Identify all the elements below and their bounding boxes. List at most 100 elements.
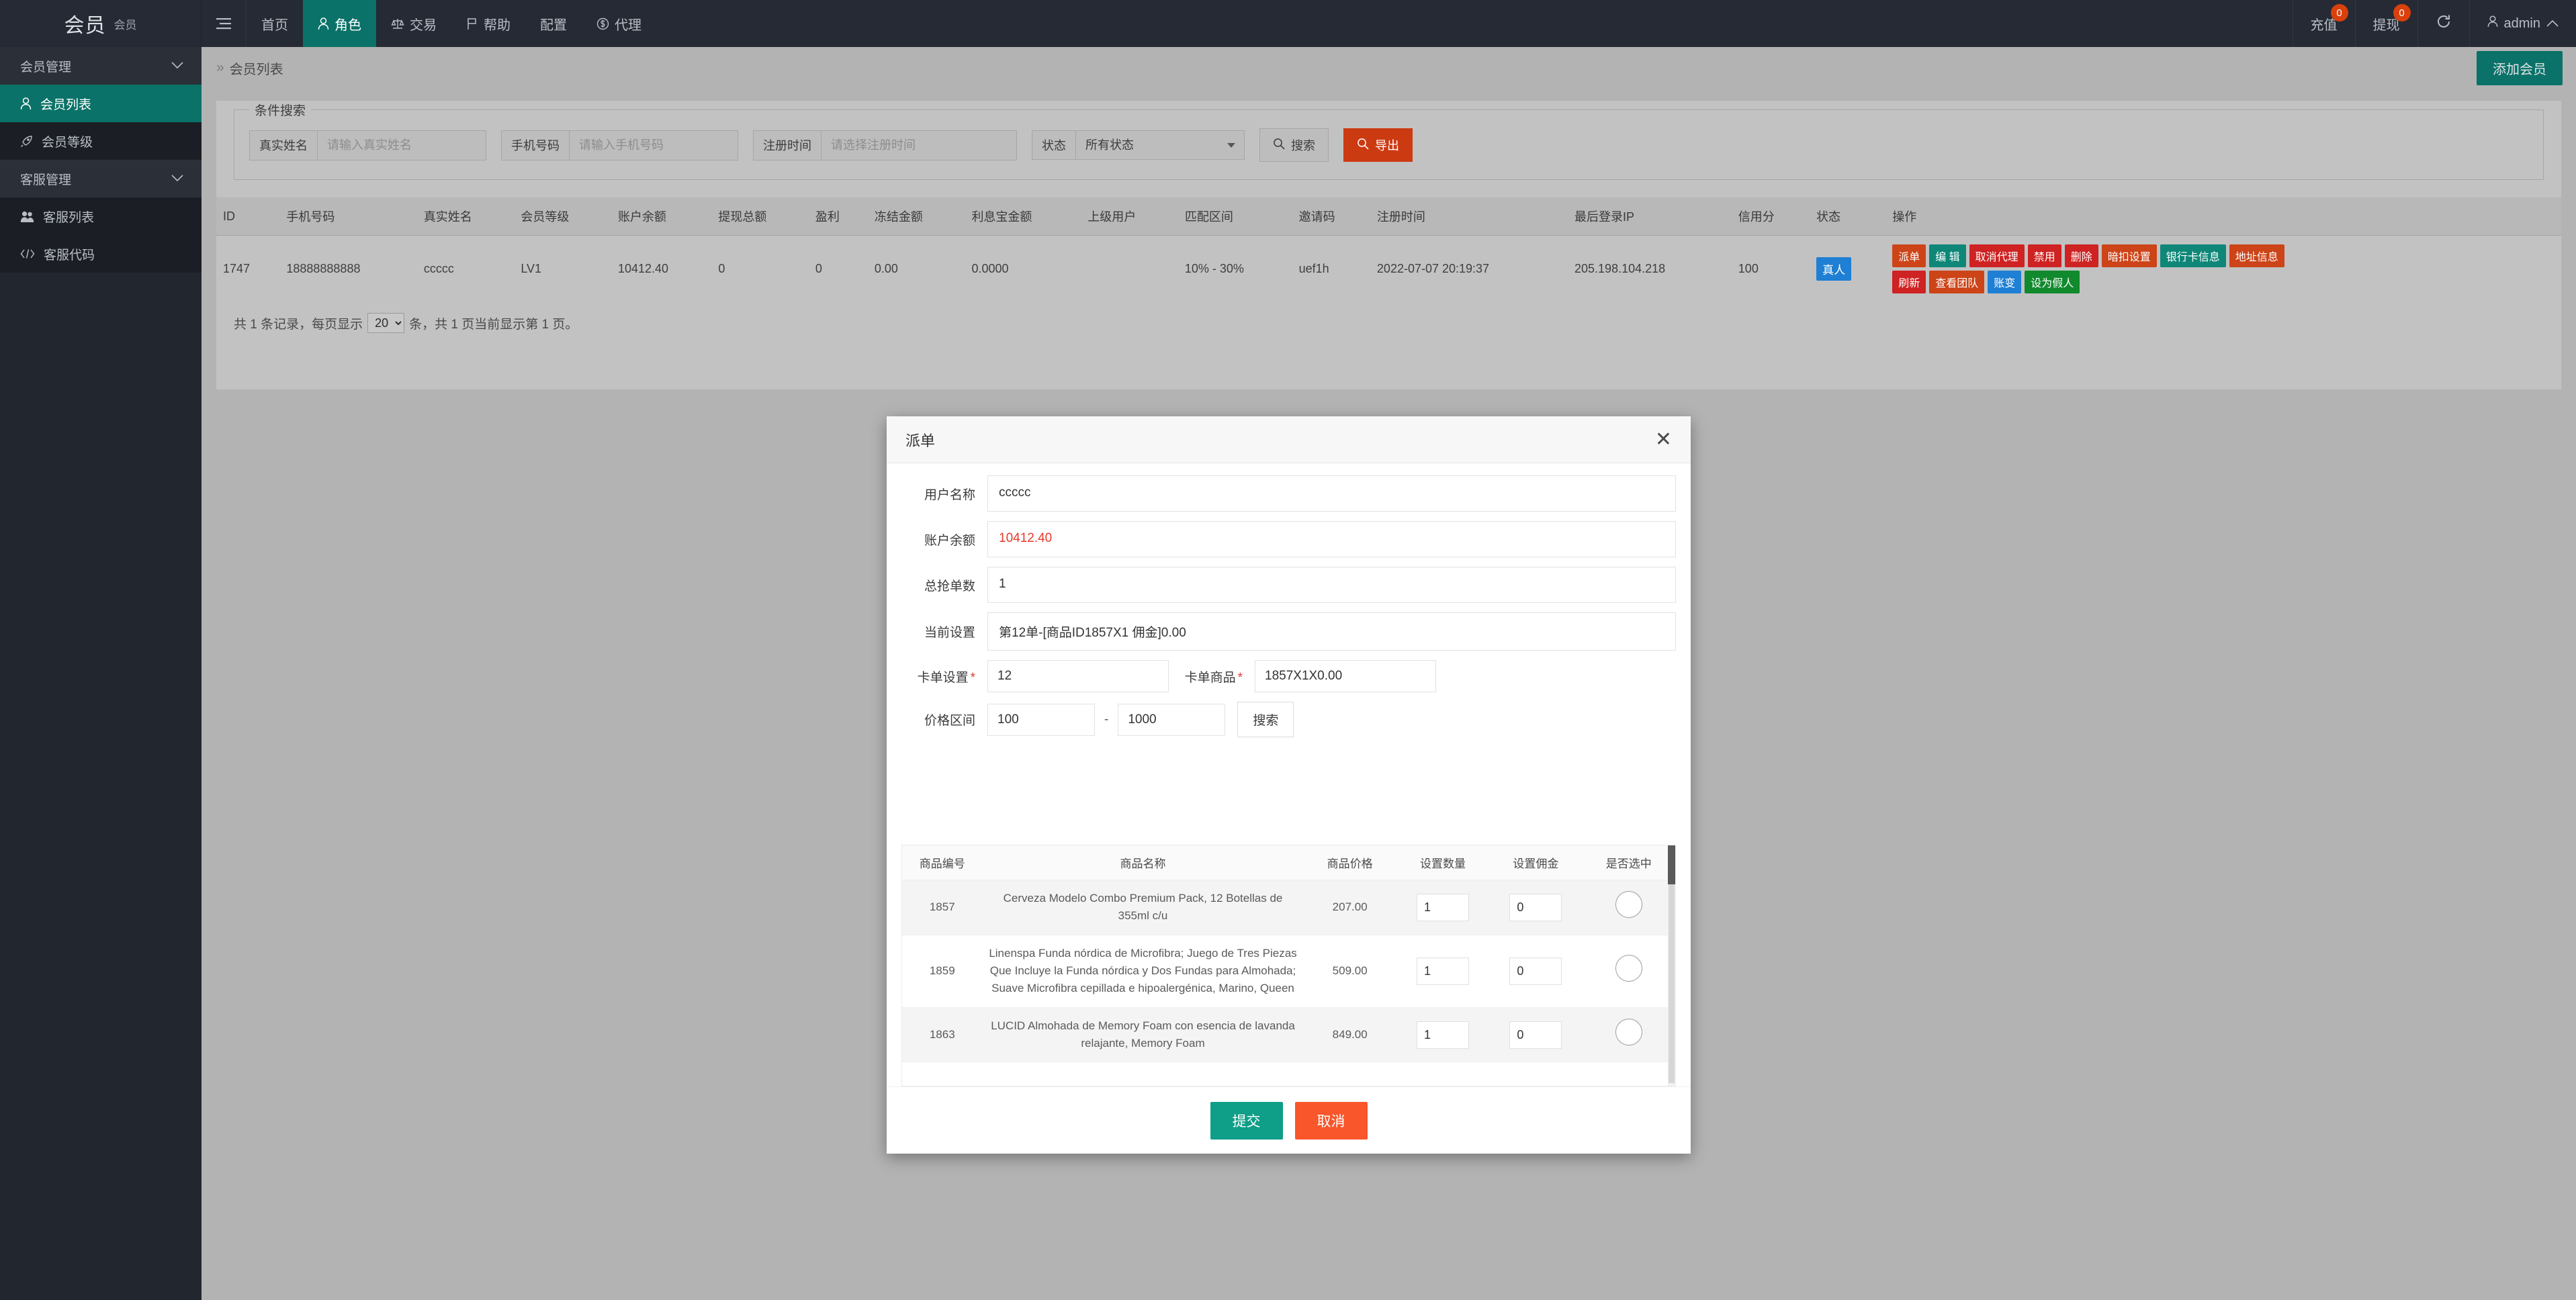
sidebar-group-support-management[interactable]: 客服管理 bbox=[0, 160, 202, 197]
status-select[interactable]: 所有状态 bbox=[1076, 131, 1244, 159]
product-qty-cell bbox=[1396, 935, 1489, 1007]
nav-item-trade[interactable]: 交易 bbox=[376, 0, 451, 47]
recharge-button[interactable]: 充值 0 bbox=[2293, 0, 2355, 47]
price-max-input[interactable] bbox=[1118, 704, 1225, 736]
withdraw-button[interactable]: 提现 0 bbox=[2355, 0, 2417, 47]
nav-item-config[interactable]: 配置 bbox=[525, 0, 582, 47]
product-scrollbar[interactable] bbox=[1668, 845, 1675, 1086]
sidebar-item-member-level[interactable]: 会员等级 bbox=[0, 122, 202, 160]
cell-credit: 100 bbox=[1732, 236, 1810, 303]
card-setting-input[interactable] bbox=[987, 660, 1169, 692]
nav-item-home[interactable]: 首页 bbox=[247, 0, 303, 47]
product-list-scroll[interactable]: 商品编号 商品名称 商品价格 设置数量 设置佣金 是否选中 1857Cervez… bbox=[902, 845, 1675, 1086]
row-action-button-8[interactable]: 刷新 bbox=[1892, 271, 1926, 293]
card-product-input[interactable] bbox=[1255, 660, 1436, 692]
username-label: 用户名称 bbox=[901, 485, 987, 503]
add-member-button[interactable]: 添加会员 bbox=[2477, 51, 2563, 85]
product-select-radio[interactable] bbox=[1615, 1019, 1642, 1046]
nav-item-role[interactable]: 角色 bbox=[303, 0, 376, 47]
product-commission-cell bbox=[1489, 935, 1582, 1007]
cancel-button[interactable]: 取消 bbox=[1295, 1102, 1368, 1140]
row-action-button-1[interactable]: 编 辑 bbox=[1929, 244, 1965, 267]
card-product-label: 卡单商品* bbox=[1169, 667, 1255, 686]
product-select-cell bbox=[1583, 1007, 1675, 1062]
product-qty-input[interactable] bbox=[1417, 894, 1469, 921]
prod-col-selected: 是否选中 bbox=[1583, 845, 1675, 880]
sidebar-item-support-code[interactable]: 客服代码 bbox=[0, 235, 202, 273]
page-size-select[interactable]: 20 bbox=[367, 313, 404, 333]
product-commission-input[interactable] bbox=[1509, 958, 1562, 985]
cell-interest: 0.0000 bbox=[965, 236, 1081, 303]
export-button-label: 导出 bbox=[1375, 136, 1399, 154]
row-action-button-6[interactable]: 银行卡信息 bbox=[2160, 244, 2226, 267]
product-scrollbar-thumb[interactable] bbox=[1668, 845, 1675, 884]
product-commission-cell bbox=[1489, 1007, 1582, 1062]
user-menu-button[interactable]: admin bbox=[2469, 0, 2576, 47]
price-min-input[interactable] bbox=[987, 704, 1095, 736]
col-phone: 手机号码 bbox=[279, 197, 416, 236]
product-header-row: 商品编号 商品名称 商品价格 设置数量 设置佣金 是否选中 bbox=[902, 845, 1675, 880]
product-commission-input[interactable] bbox=[1509, 1021, 1562, 1049]
users-icon bbox=[20, 210, 34, 223]
phone-input[interactable] bbox=[570, 131, 738, 160]
regtime-filter: 注册时间 bbox=[753, 130, 1017, 160]
close-icon[interactable]: ✕ bbox=[1655, 430, 1672, 450]
flag-icon bbox=[466, 17, 478, 30]
modal-footer: 提交 取消 bbox=[887, 1086, 1691, 1154]
nav-label: 代理 bbox=[615, 14, 641, 34]
row-action-button-7[interactable]: 地址信息 bbox=[2229, 244, 2284, 267]
realname-input[interactable] bbox=[318, 131, 486, 160]
product-qty-cell bbox=[1396, 1007, 1489, 1062]
price-range-row: 价格区间 - 搜索 bbox=[901, 702, 1676, 737]
product-qty-input[interactable] bbox=[1417, 958, 1469, 985]
row-action-button-10[interactable]: 账变 bbox=[1988, 271, 2021, 293]
product-scrollbar-track[interactable] bbox=[1669, 884, 1675, 1083]
breadcrumb-bar: » 会员列表 添加会员 bbox=[202, 47, 2576, 89]
row-action-button-4[interactable]: 删除 bbox=[2065, 244, 2098, 267]
cell-level: LV1 bbox=[514, 236, 611, 303]
total-orders-label: 总抢单数 bbox=[901, 576, 987, 594]
search-icon bbox=[1273, 138, 1285, 153]
row-action-button-9[interactable]: 查看团队 bbox=[1929, 271, 1984, 293]
brand-title: 会员 bbox=[64, 9, 106, 38]
brand-logo[interactable]: 会员 会员 bbox=[0, 0, 202, 47]
row-action-button-0[interactable]: 派单 bbox=[1892, 244, 1926, 267]
top-header: 会员 会员 首页 角色 bbox=[0, 0, 2576, 47]
submit-button[interactable]: 提交 bbox=[1210, 1102, 1283, 1140]
nav-item-help[interactable]: 帮助 bbox=[451, 0, 525, 47]
sidebar-item-support-list[interactable]: 客服列表 bbox=[0, 197, 202, 235]
nav-item-agent[interactable]: 代理 bbox=[582, 0, 656, 47]
member-table: ID 手机号码 真实姓名 会员等级 账户余额 提现总额 盈利 冻结金额 利息宝金… bbox=[216, 197, 2561, 302]
sidebar: 会员管理 会员列表 会员等级 客服管理 bbox=[0, 47, 202, 1300]
current-setting-value: 第12单-[商品ID1857X1 佣金]0.00 bbox=[987, 612, 1676, 651]
export-button[interactable]: 导出 bbox=[1343, 128, 1413, 162]
product-qty-input[interactable] bbox=[1417, 1021, 1469, 1049]
current-setting-label: 当前设置 bbox=[901, 622, 987, 641]
refresh-button[interactable] bbox=[2417, 0, 2469, 47]
top-nav-right: 充值 0 提现 0 admin bbox=[2293, 0, 2576, 47]
pager-prefix: 共 1 条记录，每页显示 bbox=[234, 314, 363, 332]
chevron-down-icon bbox=[171, 58, 184, 73]
col-interest: 利息宝金额 bbox=[965, 197, 1081, 236]
prod-col-name: 商品名称 bbox=[983, 845, 1304, 880]
sidebar-item-member-list[interactable]: 会员列表 bbox=[0, 85, 202, 122]
chevron-up-icon bbox=[2546, 16, 2559, 32]
row-action-button-11[interactable]: 设为假人 bbox=[2025, 271, 2080, 293]
regtime-input[interactable] bbox=[821, 131, 1016, 160]
product-qty-cell bbox=[1396, 880, 1489, 935]
product-select-radio[interactable] bbox=[1615, 891, 1642, 918]
sidebar-item-label: 会员列表 bbox=[40, 95, 91, 113]
product-select-radio[interactable] bbox=[1615, 955, 1642, 982]
col-invite: 邀请码 bbox=[1292, 197, 1370, 236]
prod-col-price: 商品价格 bbox=[1304, 845, 1396, 880]
product-price: 207.00 bbox=[1304, 880, 1396, 935]
hamburger-menu-button[interactable] bbox=[202, 0, 247, 47]
row-action-button-3[interactable]: 禁用 bbox=[2028, 244, 2061, 267]
product-row: 1863LUCID Almohada de Memory Foam con es… bbox=[902, 1007, 1675, 1062]
product-commission-input[interactable] bbox=[1509, 894, 1562, 921]
row-action-button-5[interactable]: 暗扣设置 bbox=[2102, 244, 2157, 267]
row-action-button-2[interactable]: 取消代理 bbox=[1969, 244, 2025, 267]
price-search-button[interactable]: 搜索 bbox=[1237, 702, 1294, 737]
sidebar-group-member-management[interactable]: 会员管理 bbox=[0, 47, 202, 85]
search-button[interactable]: 搜索 bbox=[1259, 128, 1329, 162]
